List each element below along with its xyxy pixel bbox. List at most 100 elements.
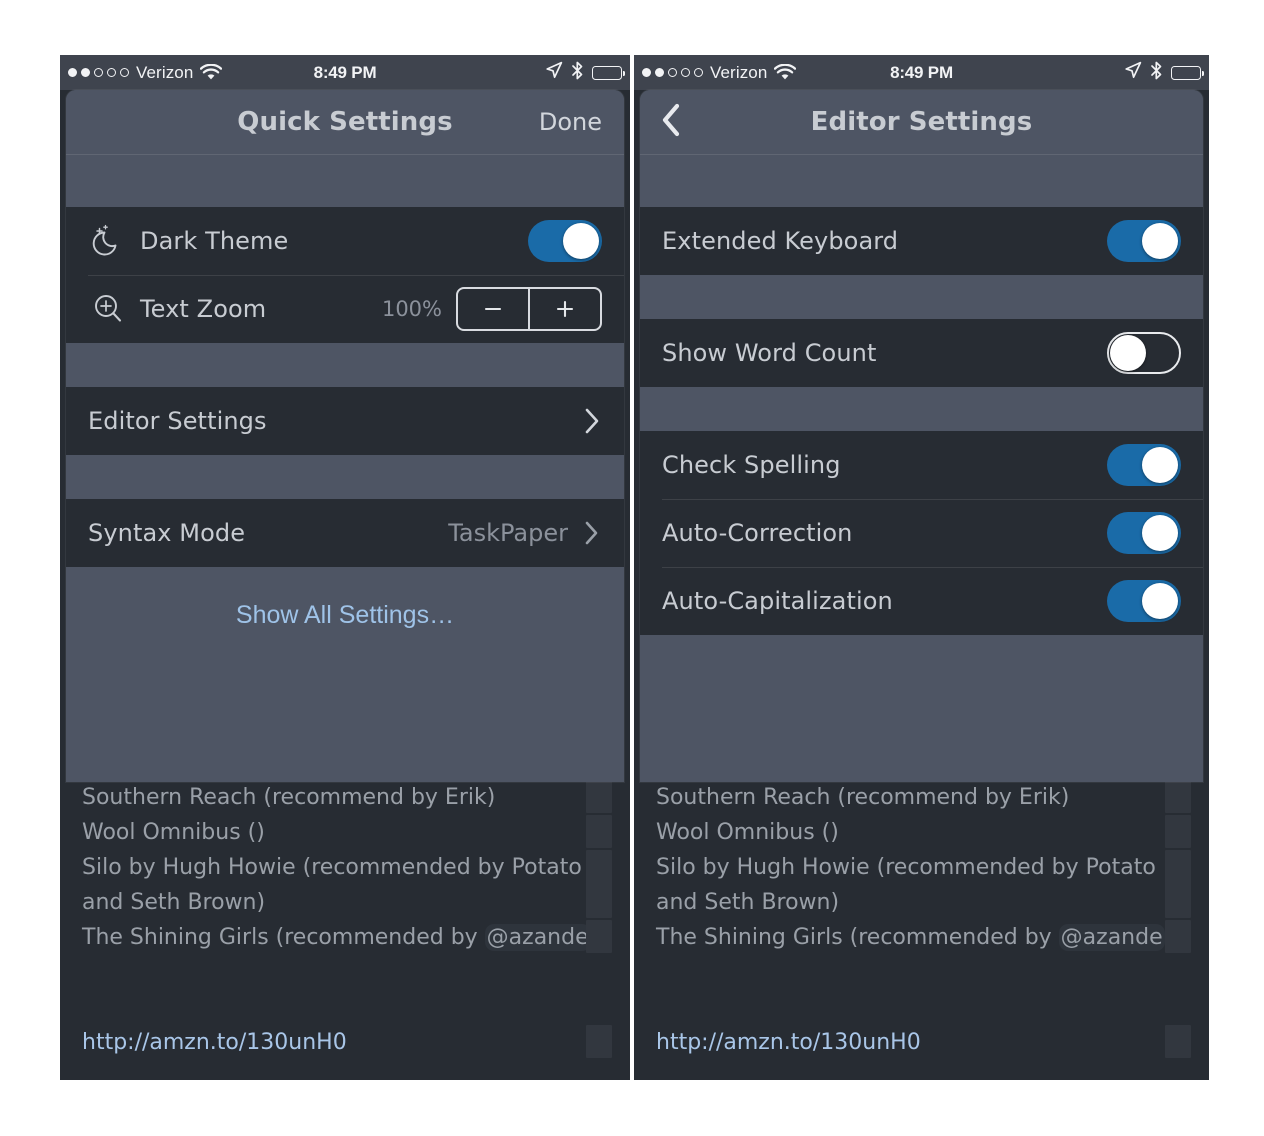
bluetooth-icon	[571, 61, 584, 85]
screenshot-stage: Verizon 8:49 PM Southern Reach (recommen…	[0, 0, 1264, 1136]
row-label-auto-capitalization: Auto-Capitalization	[662, 587, 893, 615]
row-handle[interactable]	[1165, 780, 1191, 813]
text-zoom-increase-button[interactable]	[528, 289, 600, 329]
row-syntax-mode[interactable]: Syntax Mode TaskPaper	[66, 499, 624, 567]
right-phone-screen: Verizon 8:49 PM Southern Reach (recommen…	[634, 55, 1209, 1080]
toggle-knob	[1142, 447, 1178, 483]
location-arrow-icon	[545, 61, 563, 84]
word-count-group: Show Word Count	[640, 319, 1203, 387]
toggle-dark-theme[interactable]	[528, 220, 602, 262]
battery-full-icon	[1171, 65, 1204, 80]
toggle-show-word-count[interactable]	[1107, 332, 1181, 374]
toggle-auto-correction[interactable]	[1107, 512, 1181, 554]
appearance-group: Dark Theme Text Zoom 100%	[66, 207, 624, 343]
toggle-auto-capitalization[interactable]	[1107, 580, 1181, 622]
page-title: Quick Settings	[237, 107, 453, 137]
document-line-prefix: The Shining Girls (recommended by	[656, 925, 1059, 950]
bluetooth-icon	[1150, 61, 1163, 85]
left-phone-screen: Verizon 8:49 PM Southern Reach (recommen…	[60, 55, 630, 1080]
row-show-word-count[interactable]: Show Word Count	[640, 319, 1203, 387]
editor-settings-navbar: Editor Settings	[640, 90, 1203, 155]
document-line: Wool Omnibus ()	[82, 820, 265, 845]
row-handle[interactable]	[586, 815, 612, 848]
magnifier-plus-icon	[88, 289, 140, 329]
row-editor-settings[interactable]: Editor Settings	[66, 387, 624, 455]
toggle-knob	[1142, 515, 1178, 551]
row-label-dark-theme: Dark Theme	[140, 227, 289, 255]
toggle-knob	[1110, 335, 1146, 371]
row-handle-spacer	[1165, 990, 1191, 1023]
location-arrow-icon	[1124, 61, 1142, 84]
syntax-mode-group: Syntax Mode TaskPaper	[66, 499, 624, 567]
row-handle[interactable]	[1165, 850, 1191, 918]
row-handle[interactable]	[1165, 920, 1191, 953]
show-all-settings-button[interactable]: Show All Settings…	[236, 601, 454, 630]
syntax-mode-value: TaskPaper	[448, 519, 568, 547]
editor-settings-sheet: Editor Settings Extended Keyboard Show W…	[640, 90, 1203, 782]
toggle-extended-keyboard[interactable]	[1107, 220, 1181, 262]
show-all-settings-area: Show All Settings…	[66, 567, 624, 757]
row-label-show-word-count: Show Word Count	[662, 339, 877, 367]
sheet-filler	[66, 757, 624, 782]
row-handle[interactable]	[586, 1025, 612, 1058]
document-blank-line	[82, 955, 630, 990]
toggle-knob	[1142, 223, 1178, 259]
battery-full-icon	[592, 65, 625, 80]
moon-stars-icon	[88, 221, 140, 261]
document-blank-line	[656, 990, 1209, 1025]
text-zoom-stepper[interactable]	[456, 287, 602, 331]
mention-tag[interactable]: @azande	[1058, 924, 1165, 951]
status-bar-right: Verizon 8:49 PM	[634, 55, 1209, 90]
document-line-prefix: The Shining Girls (recommended by	[82, 925, 485, 950]
document-link[interactable]: http://amzn.to/130unH0	[656, 1025, 1209, 1060]
row-text-zoom[interactable]: Text Zoom 100%	[66, 275, 624, 343]
document-line: and Seth Brown)	[656, 890, 840, 915]
document-line-tagged: The Shining Girls (recommended by @azand…	[656, 920, 1209, 955]
toggle-knob	[563, 223, 599, 259]
quick-settings-navbar: Quick Settings Done	[66, 90, 624, 155]
document-text-left: Southern Reach (recommend by Erik) Wool …	[82, 780, 630, 1060]
document-text-right: Southern Reach (recommend by Erik) Wool …	[656, 780, 1209, 1060]
row-auto-correction[interactable]: Auto-Correction	[640, 499, 1203, 567]
row-handle[interactable]	[586, 780, 612, 813]
document-line: Silo by Hugh Howie (recommended by Potat…	[656, 855, 1156, 880]
row-handle[interactable]	[586, 850, 612, 918]
row-handle[interactable]	[1165, 815, 1191, 848]
chevron-right-icon	[582, 519, 602, 547]
editor-settings-group: Editor Settings	[66, 387, 624, 455]
document-line: and Seth Brown)	[82, 890, 266, 915]
sheet-filler	[640, 635, 1203, 782]
text-zoom-decrease-button[interactable]	[458, 289, 528, 329]
status-bar-right-group	[1124, 55, 1204, 90]
row-label-check-spelling: Check Spelling	[662, 451, 841, 479]
chevron-right-icon	[582, 406, 602, 436]
section-gap	[66, 155, 624, 207]
row-dark-theme[interactable]: Dark Theme	[66, 207, 624, 275]
row-handles-left	[586, 780, 612, 1060]
status-bar-left: Verizon 8:49 PM	[60, 55, 630, 90]
quick-settings-sheet: Quick Settings Done Dark Theme Text Zoom…	[66, 90, 624, 782]
row-extended-keyboard[interactable]: Extended Keyboard	[640, 207, 1203, 275]
toggle-knob	[1142, 583, 1178, 619]
back-button[interactable]	[658, 100, 684, 144]
section-gap	[66, 455, 624, 499]
toggle-check-spelling[interactable]	[1107, 444, 1181, 486]
row-auto-capitalization[interactable]: Auto-Capitalization	[640, 567, 1203, 635]
document-line: Wool Omnibus ()	[656, 820, 839, 845]
row-check-spelling[interactable]: Check Spelling	[640, 431, 1203, 499]
document-line: Southern Reach (recommend by Erik)	[656, 785, 1070, 810]
done-button[interactable]: Done	[539, 108, 602, 136]
row-handle[interactable]	[1165, 1025, 1191, 1058]
row-label-syntax-mode: Syntax Mode	[88, 519, 246, 547]
mention-tag[interactable]: @azande	[484, 924, 591, 951]
document-blank-line	[82, 990, 630, 1025]
document-line: Southern Reach (recommend by Erik)	[82, 785, 496, 810]
row-handle-spacer	[1165, 955, 1191, 988]
text-zoom-value: 100%	[381, 297, 442, 321]
document-line-tagged: The Shining Girls (recommended by @azand…	[82, 920, 630, 955]
document-link[interactable]: http://amzn.to/130unH0	[82, 1025, 630, 1060]
status-bar-right-group	[545, 55, 625, 90]
row-handle[interactable]	[586, 920, 612, 953]
section-gap	[640, 387, 1203, 431]
row-handles-right	[1165, 780, 1191, 1060]
